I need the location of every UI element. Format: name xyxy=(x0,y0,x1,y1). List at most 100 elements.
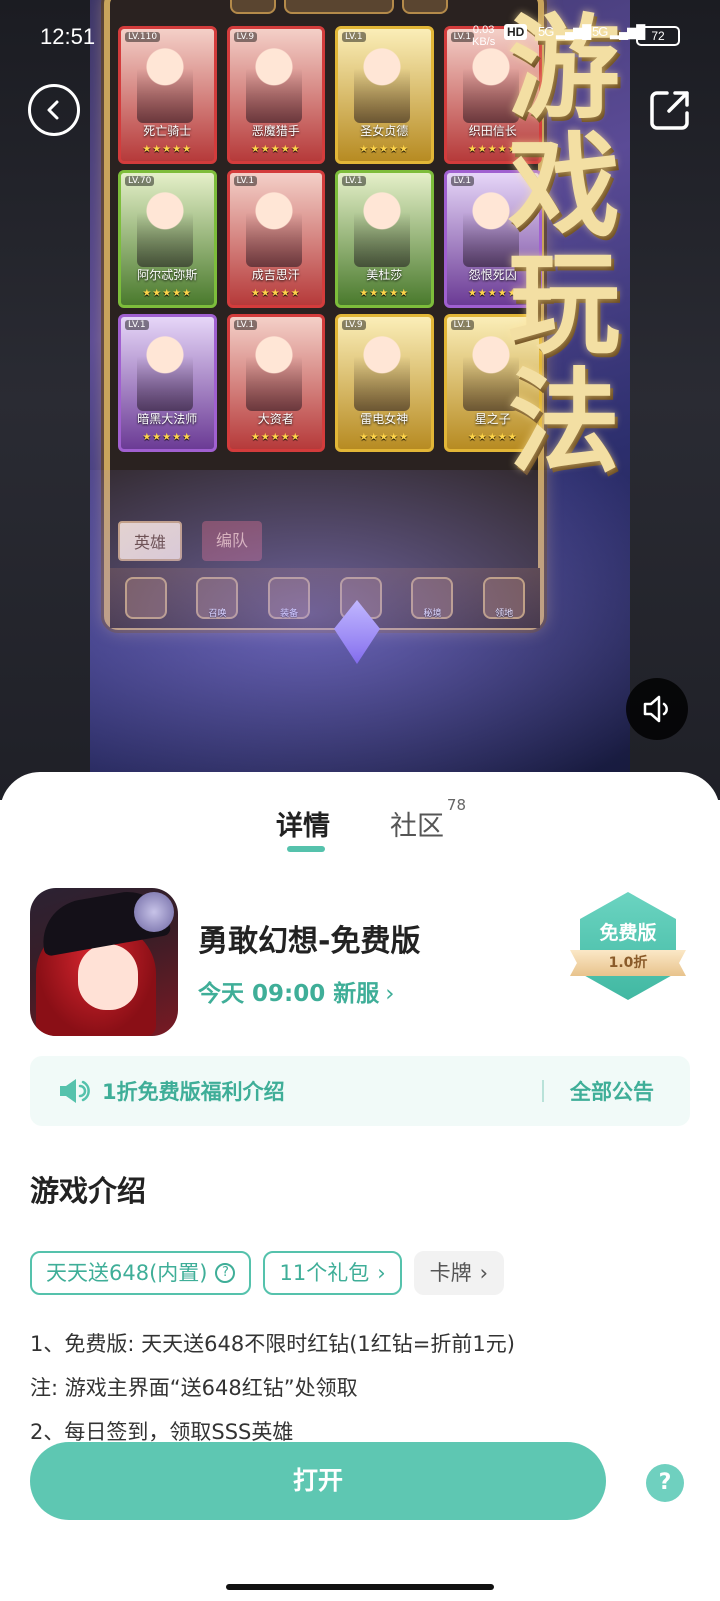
question-circle-icon: ? xyxy=(215,1263,236,1283)
dock-item-label: 召唤 xyxy=(208,609,227,619)
hero-portrait xyxy=(137,189,193,267)
hero-level: LV.1 xyxy=(450,176,475,186)
intro-section-title: 游戏介绍 xyxy=(30,1174,147,1208)
hero-level: LV.1 xyxy=(125,320,149,330)
network-speed-unit: KB/s xyxy=(472,36,496,48)
hero-grid: LV.110 死亡骑士 ★★★★★ LV.9 恶魔猎手 ★★★★★ LV.1 圣女贞德 ★★★★… xyxy=(118,26,542,452)
dock-item-label: 领地 xyxy=(495,609,514,619)
video-overlay-title: 游 戏 玩 法 xyxy=(498,10,630,482)
intro-description: 1、免费版: 天天送648不限时红钻(1红钻=折前1元) 注: 游戏主界面“送6… xyxy=(30,1322,690,1454)
chevron-right-icon: › xyxy=(479,1261,489,1285)
badge-hexagon xyxy=(580,892,676,1000)
game-video[interactable]: LV.110 死亡骑士 ★★★★★ LV.9 恶魔猎手 ★★★★★ LV.1 圣女贞德 ★★★★… xyxy=(90,0,630,780)
announcement-text[interactable]: 1折免费版福利介绍 xyxy=(102,1076,285,1106)
hero-level: LV.1 xyxy=(233,176,258,186)
server-info-text: 今天 09:00 新服 xyxy=(198,981,380,1007)
game-dock-item xyxy=(339,577,382,619)
game-tabs: 英雄 编队 xyxy=(118,521,263,561)
hero-stars: ★★★★★ xyxy=(250,432,301,443)
app-header: 勇敢幻想-免费版 今天 09:00 新服 › 免费版 1.0折 xyxy=(30,888,690,1038)
hero-level: LV.1 xyxy=(450,320,475,330)
hero-name: 暗黑大法师 xyxy=(137,412,198,426)
hero-name: 恶魔猎手 xyxy=(251,124,300,138)
hero-stars: ★★★★★ xyxy=(250,144,301,155)
hd-icon: HD xyxy=(504,24,528,40)
hero-card: LV.1 成吉思汗 ★★★★★ xyxy=(226,170,325,308)
chip-label: 11个礼包 xyxy=(279,1261,370,1285)
active-tab-indicator xyxy=(287,846,325,852)
share-icon xyxy=(650,91,689,130)
hero-name: 美杜莎 xyxy=(366,268,403,282)
speaker-icon xyxy=(643,695,668,723)
app-icon xyxy=(30,888,178,1036)
battery-icon: 72 xyxy=(636,26,680,46)
tab-details-label: 详情 xyxy=(276,811,330,842)
chip-label: 天天送648(内置) xyxy=(46,1261,208,1285)
badge-discount: 1.0折 xyxy=(570,950,686,976)
gem-icon xyxy=(334,600,380,664)
announcement-bar[interactable]: 1折免费版福利介绍 全部公告 xyxy=(30,1056,690,1126)
home-indicator[interactable] xyxy=(226,1584,494,1590)
tab-community-label: 社区 xyxy=(390,811,444,842)
hero-name: 大资者 xyxy=(257,412,294,426)
chip-gift-packs[interactable]: 11个礼包 › xyxy=(263,1251,402,1295)
game-dock-item: 装备 xyxy=(268,577,311,619)
game-dock-item: 秘境 xyxy=(411,577,454,619)
hero-name: 阿尔忒弥斯 xyxy=(137,268,198,282)
icon-face xyxy=(78,944,138,1010)
hero-portrait xyxy=(245,333,302,411)
overlay-title-char: 法 xyxy=(508,357,620,488)
hero-stars: ★★★★★ xyxy=(142,288,193,299)
app-title: 勇敢幻想-免费版 xyxy=(198,924,421,959)
overlay-title-char: 戏 xyxy=(508,121,620,252)
hero-stars: ★★★★★ xyxy=(250,288,301,299)
hero-card: LV.9 雷电女神 ★★★★★ xyxy=(335,314,434,452)
hero-card: LV.1 暗黑大法师 ★★★★★ xyxy=(118,314,217,452)
signal-icon: 5G ▂▄▆█ xyxy=(538,24,591,39)
signal-label: 5G xyxy=(538,24,554,39)
network-speed-value: 0.03 xyxy=(472,24,495,36)
chevron-right-icon: › xyxy=(385,981,395,1007)
chip-category-card[interactable]: 卡牌 › xyxy=(413,1251,505,1295)
game-dock-item: 领地 xyxy=(483,577,526,619)
server-info-link[interactable]: 今天 09:00 新服 › xyxy=(198,974,394,1008)
signal-label: 5G xyxy=(592,24,608,39)
hero-stars: ★★★★★ xyxy=(359,144,410,155)
hero-portrait xyxy=(137,333,193,411)
game-tab-heroes: 英雄 xyxy=(118,521,183,561)
share-button[interactable] xyxy=(644,84,696,136)
chip-daily-648[interactable]: 天天送648(内置) ? xyxy=(30,1251,252,1295)
all-announcements-link[interactable]: 全部公告 xyxy=(570,1076,654,1106)
status-bar: 12:51 0.03 KB/s HD 5G ▂▄▆█ 5G ▂▄▆█ 72 xyxy=(0,0,720,70)
media-preview: LV.110 死亡骑士 ★★★★★ LV.9 恶魔猎手 ★★★★★ LV.1 圣女贞德 ★★★★… xyxy=(0,0,720,800)
chevron-left-icon xyxy=(47,100,59,120)
game-dock-item: 召唤 xyxy=(196,577,239,619)
chip-label: 卡牌 xyxy=(429,1261,472,1285)
intro-line: 1、免费版: 天天送648不限时红钻(1红钻=折前1元) xyxy=(30,1332,515,1356)
hero-card: LV.70 阿尔忒弥斯 ★★★★★ xyxy=(118,170,217,308)
megaphone-icon xyxy=(60,1079,90,1103)
network-speed: 0.03 KB/s xyxy=(472,24,495,48)
announcement-divider xyxy=(542,1080,544,1102)
hero-name: 成吉思汗 xyxy=(251,268,300,282)
intro-line: 注: 游戏主界面“送648红钻”处领取 xyxy=(30,1376,358,1400)
hero-stars: ★★★★★ xyxy=(359,288,410,299)
hero-stars: ★★★★★ xyxy=(142,144,193,155)
open-button[interactable]: 打开 xyxy=(30,1442,606,1520)
tab-community[interactable]: 社区 78 xyxy=(390,796,466,843)
help-button[interactable]: ? xyxy=(646,1464,684,1502)
dock-item-label: 装备 xyxy=(280,609,299,619)
dock-item-label: 秘境 xyxy=(423,609,442,619)
game-dock: 召唤 装备 秘境 领地 xyxy=(110,568,540,628)
free-version-badge: 免费版 1.0折 xyxy=(570,892,690,1012)
game-tab-formation: 编队 xyxy=(202,521,263,561)
hero-portrait xyxy=(354,333,410,411)
hero-stars: ★★★★★ xyxy=(359,432,410,443)
badge-title: 免费版 xyxy=(599,922,657,944)
hero-card: LV.1 大资者 ★★★★★ xyxy=(226,314,325,452)
tab-details[interactable]: 详情 xyxy=(276,804,330,843)
sound-toggle-button[interactable] xyxy=(626,678,688,740)
hero-portrait xyxy=(245,189,302,267)
hero-name: 圣女贞德 xyxy=(360,124,409,138)
back-button[interactable] xyxy=(28,84,80,136)
